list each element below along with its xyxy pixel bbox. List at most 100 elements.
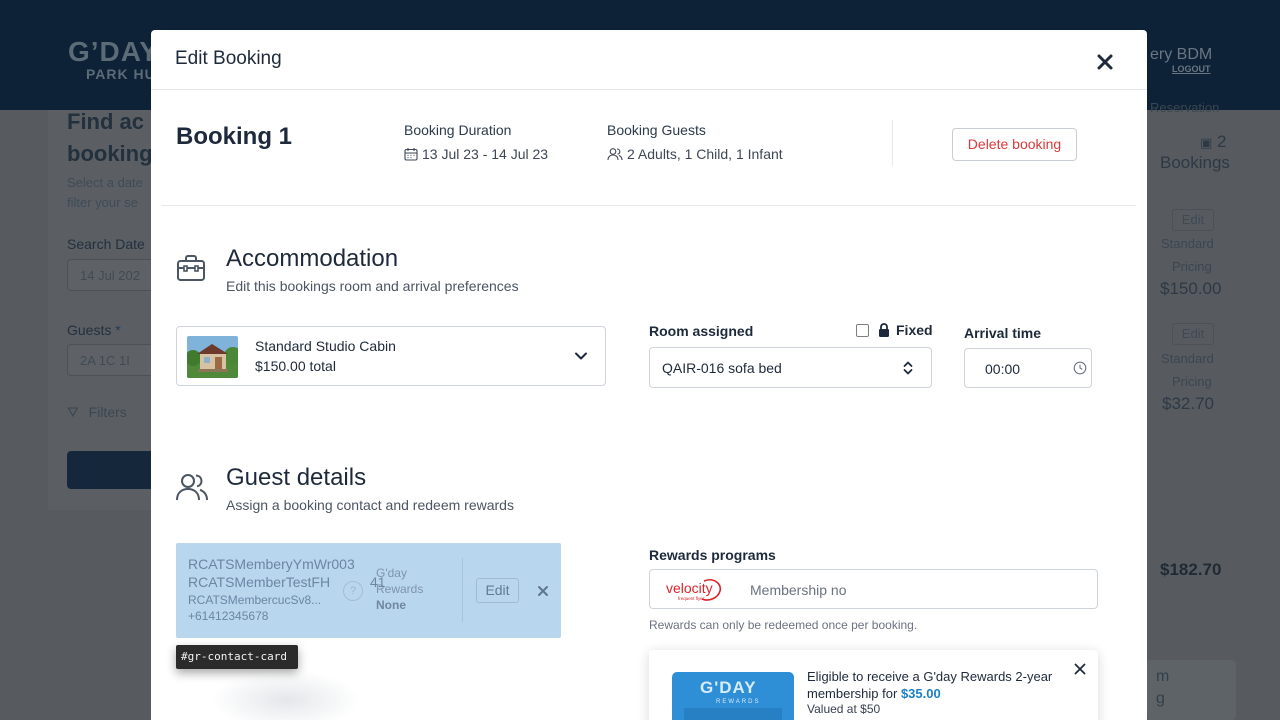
user-name: ery BDM: [1150, 46, 1213, 63]
velocity-logo-sub: frequent flyer: [678, 596, 705, 601]
standard-label-2: Standard: [1161, 351, 1214, 366]
room-assigned-label: Room assigned: [649, 323, 754, 339]
search-button[interactable]: [67, 451, 157, 489]
logo-text-main: G’DAY: [68, 36, 160, 67]
bg-edit-button-1[interactable]: Edit: [1172, 209, 1214, 231]
booking-guests: 2 Adults, 1 Child, 1 Infant: [607, 146, 783, 162]
room-price: $150.00 total: [255, 358, 336, 374]
contact-name-secondary-text: RCATSMemberTestFH: [188, 574, 331, 590]
promo-text: Eligible to receive a G'day Rewards 2-ye…: [807, 668, 1057, 702]
users-icon: [607, 148, 623, 161]
section-divider: [161, 205, 1136, 206]
promo-card-band: [684, 708, 782, 720]
logout-link[interactable]: LOGOUT: [1172, 64, 1212, 74]
guest-details-subtitle: Assign a booking contact and redeem rewa…: [226, 497, 514, 513]
rewards-promo-card: G'DAY REWARDS Eligible to receive a G'da…: [649, 650, 1098, 720]
contact-card[interactable]: RCATSMemberyYmWr003 RCATSMemberTestFH 41…: [176, 543, 561, 638]
fixed-toggle[interactable]: Fixed: [856, 322, 933, 338]
gday-rewards-card-image: G'DAY REWARDS: [672, 672, 794, 720]
contact-rewards: G'day Rewards None: [376, 565, 423, 613]
help-icon[interactable]: ?: [343, 581, 363, 601]
header-divider: [892, 120, 893, 166]
search-dates-label: Search Date: [67, 236, 145, 252]
rewards-note: Rewards can only be redeemed once per bo…: [649, 618, 918, 632]
remove-contact-button[interactable]: [533, 581, 553, 606]
contact-rewards-line2: Rewards: [376, 582, 424, 596]
calendar-icon: [404, 148, 418, 161]
membership-field[interactable]: velocity frequent flyer Membership no: [649, 569, 1098, 609]
close-modal-button[interactable]: [1093, 50, 1117, 74]
accommodation-title: Accommodation: [226, 245, 399, 272]
bookings-count: 2: [1217, 132, 1227, 151]
filters-toggle[interactable]: ⛛ Filters: [67, 404, 127, 421]
delete-booking-button[interactable]: Delete booking: [952, 128, 1077, 161]
search-heading: Find ac booking: [67, 109, 153, 166]
close-icon: [538, 586, 548, 596]
room-type-select[interactable]: Standard Studio Cabin $150.00 total: [176, 326, 606, 386]
room-thumbnail: [187, 336, 238, 378]
guests-label-text: Guests: [67, 322, 112, 338]
arrival-time-input[interactable]: 00:00: [964, 348, 1092, 388]
booking-duration: 13 Jul 23 - 14 Jul 23: [404, 146, 548, 162]
filters-label: Filters: [88, 404, 127, 420]
close-icon: [1074, 663, 1086, 675]
edit-contact-button[interactable]: Edit: [476, 578, 519, 603]
guests-input[interactable]: 2A 1C 1I: [67, 344, 157, 376]
velocity-logo: velocity frequent flyer: [664, 578, 724, 607]
bookings-label: Bookings: [1160, 153, 1230, 172]
brand-logo[interactable]: G’DAY PARK HU: [68, 36, 159, 82]
filter-icon: ⛛: [67, 404, 79, 420]
booking-guests-label: Booking Guests: [607, 122, 706, 138]
bg-card-text-1: m: [1156, 668, 1170, 685]
contact-rewards-line1: G'day: [376, 566, 407, 580]
contact-divider: [462, 558, 463, 622]
membership-placeholder: Membership no: [750, 582, 847, 598]
price-2: $32.70: [1162, 394, 1214, 413]
total-price: $182.70: [1160, 560, 1222, 579]
velocity-logo-text: velocity: [666, 580, 713, 596]
lock-icon: [879, 323, 889, 337]
cart-icon: ▣: [1200, 135, 1213, 150]
contact-phone: +61412345678: [188, 609, 269, 623]
modal-title: Edit Booking: [175, 48, 282, 69]
modal-header: Edit Booking: [151, 30, 1147, 90]
fixed-checkbox[interactable]: [856, 323, 869, 337]
standard-label-1: Standard: [1161, 236, 1214, 251]
contact-name-primary: RCATSMemberyYmWr003: [188, 556, 355, 572]
rewards-programs-label: Rewards programs: [649, 547, 776, 563]
contact-email: RCATSMembercucSv8...: [188, 593, 322, 607]
updown-icon: [902, 359, 914, 380]
promo-card-sub: REWARDS: [716, 699, 761, 705]
required-marker: *: [115, 322, 121, 338]
price-1: $150.00: [1160, 279, 1222, 298]
contact-rewards-value: None: [376, 598, 406, 612]
reservation-label: Reservation: [1150, 100, 1220, 115]
chevron-down-icon: [573, 348, 589, 369]
pricing-label-1: Pricing: [1172, 259, 1212, 274]
room-assigned-value: QAIR-016 sofa bed: [662, 360, 782, 376]
dismiss-promo-button[interactable]: [1073, 662, 1087, 681]
booking-duration-label: Booking Duration: [404, 122, 512, 138]
pricing-label-2: Pricing: [1172, 374, 1212, 389]
user-menu[interactable]: ery BDM LOGOUT: [1150, 46, 1212, 74]
clock-icon[interactable]: [1073, 361, 1087, 378]
element-tooltip: #gr-contact-card: [176, 645, 298, 669]
bg-summary-card: m g: [1146, 660, 1236, 720]
contact-name-secondary: RCATSMemberTestFH: [188, 574, 330, 590]
bg-edit-button-2[interactable]: Edit: [1172, 323, 1214, 345]
briefcase-icon: [176, 254, 206, 287]
guest-details-title: Guest details: [226, 464, 367, 491]
close-icon: [1097, 54, 1113, 70]
edit-booking-modal: Edit Booking Booking 1 Booking Duration …: [151, 30, 1147, 720]
cart-count[interactable]: ▣ 2: [1200, 132, 1227, 152]
room-assigned-select[interactable]: QAIR-016 sofa bed: [649, 347, 932, 388]
search-dates-input[interactable]: 14 Jul 202: [67, 259, 157, 291]
booking-guests-value: 2 Adults, 1 Child, 1 Infant: [627, 146, 783, 162]
promo-valued: Valued at $50: [807, 702, 881, 716]
promo-card-title: G'DAY: [700, 678, 757, 697]
accommodation-subtitle: Edit this bookings room and arrival pref…: [226, 278, 519, 294]
bg-card-text-2: g: [1156, 690, 1165, 707]
drag-ghost: [211, 670, 361, 720]
search-panel: [48, 110, 158, 510]
arrival-time-label: Arrival time: [964, 325, 1042, 341]
